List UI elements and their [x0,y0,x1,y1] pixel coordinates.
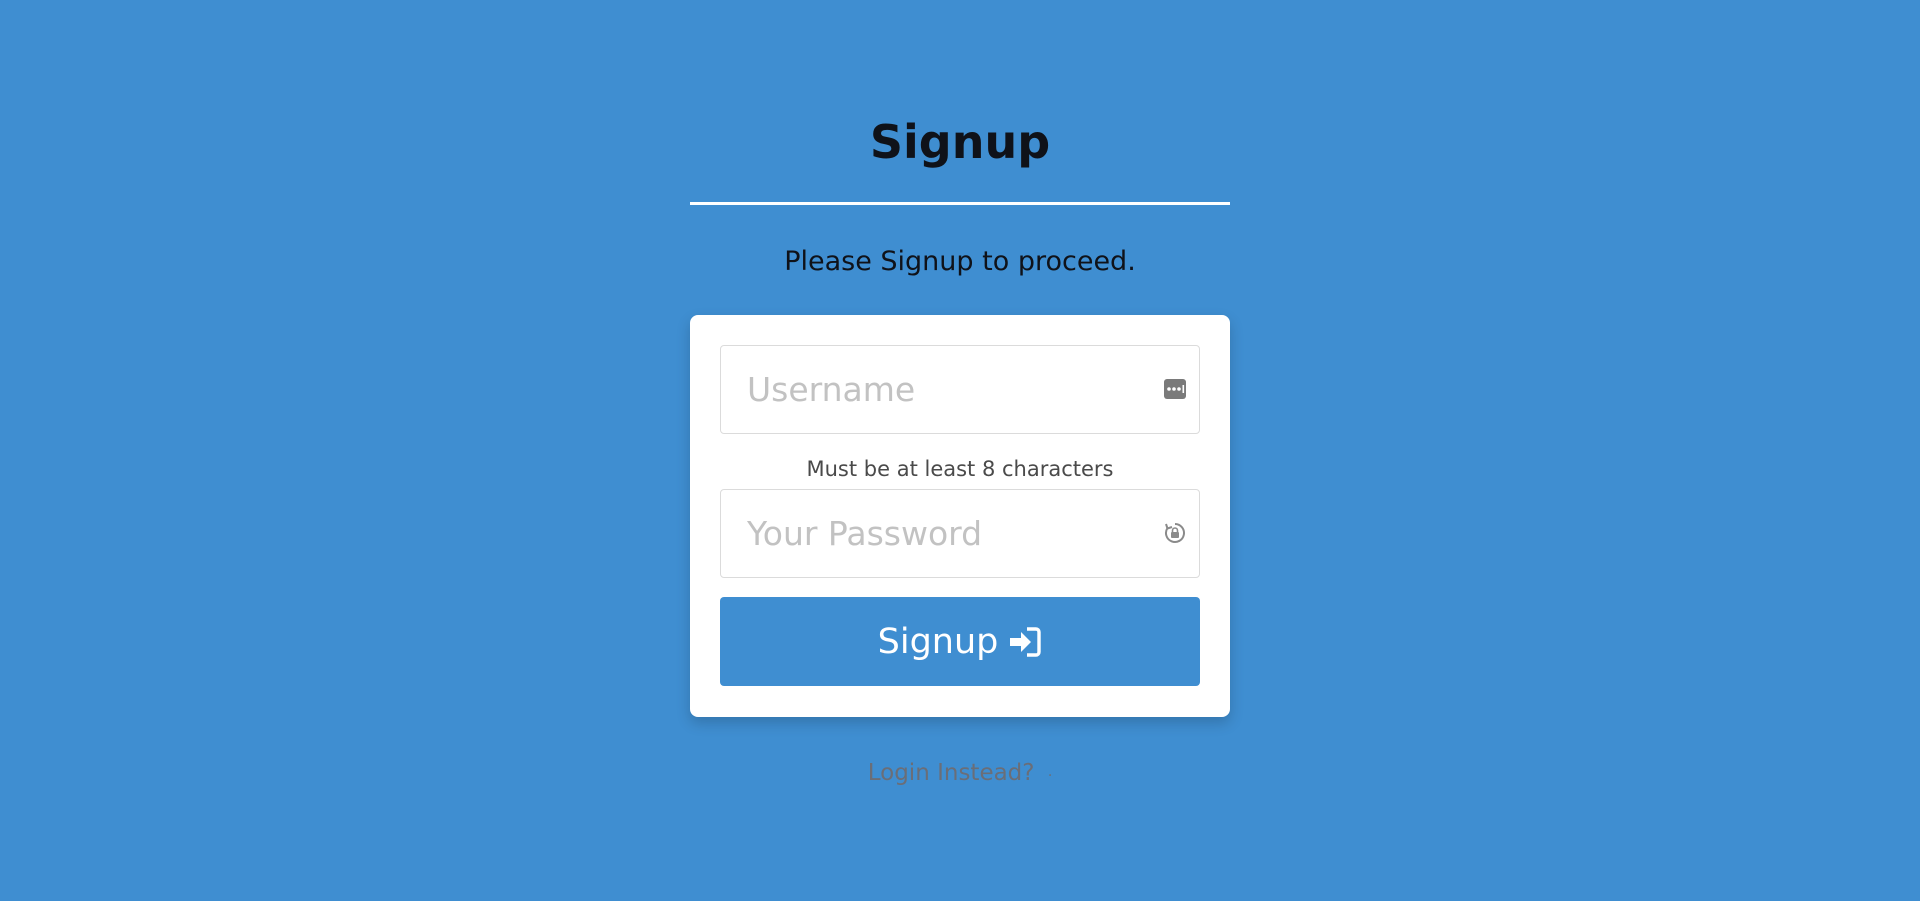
signup-card: Must be at least 8 characters Signup [690,315,1230,717]
login-instead-link[interactable]: Login Instead? · [0,758,1920,791]
username-field-wrapper [720,345,1200,434]
page-title: Signup [869,115,1051,169]
username-input[interactable] [721,346,1199,433]
signup-button-label: Signup [877,621,999,662]
signup-button[interactable]: Signup [720,597,1200,686]
signup-page: Signup Please Signup to proceed. Must be… [0,0,1920,901]
password-field-wrapper [720,489,1200,578]
password-manager-icon[interactable] [1163,377,1187,401]
title-divider [690,202,1230,205]
login-instead-separator: · [1047,768,1053,784]
password-input[interactable] [721,490,1199,577]
login-instead-label[interactable]: Login Instead? [868,760,1035,786]
password-reveal-lock-icon[interactable] [1163,521,1187,545]
sign-in-icon [1008,625,1042,659]
page-subtitle: Please Signup to proceed. [784,246,1136,277]
password-hint: Must be at least 8 characters [806,457,1114,481]
